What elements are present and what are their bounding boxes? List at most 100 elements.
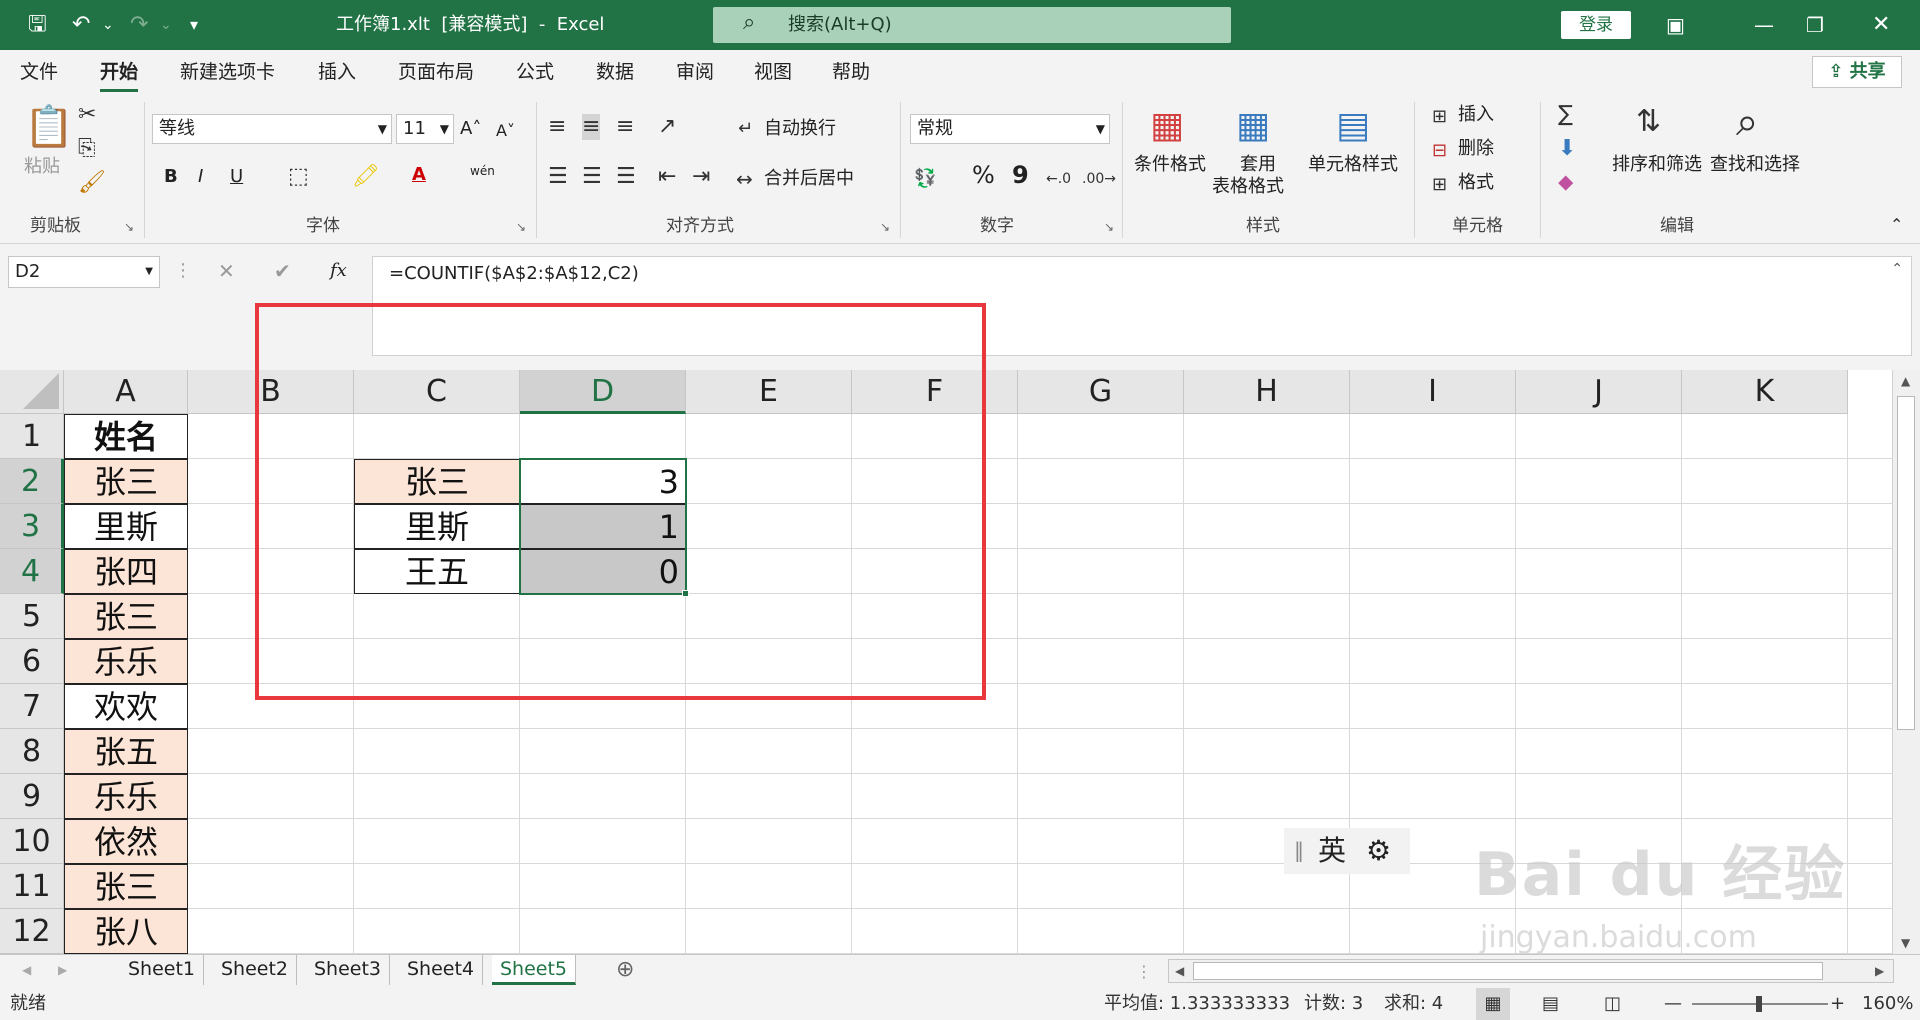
row-header-6[interactable]: 6 bbox=[0, 639, 64, 684]
normal-view-icon[interactable]: ▦ bbox=[1476, 988, 1510, 1020]
zoom-in-icon[interactable]: + bbox=[1830, 988, 1845, 1020]
column-header-i[interactable]: I bbox=[1350, 370, 1516, 414]
next-sheet-icon[interactable]: ▶ bbox=[58, 963, 67, 977]
row-header-2[interactable]: 2 bbox=[0, 459, 64, 504]
sheet-tab-5[interactable]: Sheet5 bbox=[492, 955, 577, 985]
zoom-level[interactable]: 160% bbox=[1862, 988, 1913, 1020]
align-top-icon[interactable]: ≡ bbox=[548, 114, 566, 140]
clipboard-launcher-icon[interactable]: ↘ bbox=[124, 220, 134, 234]
vertical-scrollbar[interactable]: ▲ ▼ bbox=[1892, 370, 1920, 954]
cell-a12[interactable]: 张八 bbox=[64, 909, 188, 954]
insert-cells-button[interactable]: 插入 bbox=[1458, 104, 1494, 126]
cell-a3[interactable]: 里斯 bbox=[64, 504, 188, 549]
status-count[interactable]: 计数: 3 bbox=[1304, 988, 1363, 1020]
comma-button[interactable]: 9 bbox=[1012, 163, 1029, 187]
format-as-table-line1[interactable]: 套用 bbox=[1240, 154, 1276, 176]
column-header-h[interactable]: H bbox=[1184, 370, 1350, 414]
share-button[interactable]: ⇪ 共享 bbox=[1812, 56, 1902, 88]
cell-a4[interactable]: 张四 bbox=[64, 549, 188, 594]
page-layout-view-icon[interactable]: ▤ bbox=[1542, 988, 1559, 1020]
name-box[interactable]: D2 ▼ bbox=[8, 256, 160, 288]
tab-view[interactable]: 视图 bbox=[754, 60, 792, 84]
cell-a7[interactable]: 欢欢 bbox=[64, 684, 188, 729]
cut-icon[interactable]: ✂ bbox=[78, 102, 96, 128]
sort-filter-button[interactable]: 排序和筛选 bbox=[1612, 154, 1702, 176]
clear-icon[interactable]: ⬥ bbox=[1558, 170, 1573, 196]
cell-a2[interactable]: 张三 bbox=[64, 459, 188, 504]
cell-a11[interactable]: 张三 bbox=[64, 864, 188, 909]
conditional-format-icon[interactable]: ▦ bbox=[1150, 106, 1184, 146]
column-header-g[interactable]: G bbox=[1018, 370, 1184, 414]
fill-icon[interactable]: ⬇ bbox=[1558, 136, 1576, 162]
sheet-tab-4[interactable]: Sheet4 bbox=[399, 955, 484, 985]
column-header-k[interactable]: K bbox=[1682, 370, 1848, 414]
format-as-table-line2[interactable]: 表格格式 bbox=[1212, 176, 1284, 198]
redo-icon[interactable]: ↷ bbox=[130, 10, 148, 40]
tab-page-layout[interactable]: 页面布局 bbox=[398, 60, 474, 84]
wrap-text-icon[interactable]: ↵ bbox=[738, 116, 753, 142]
cancel-icon[interactable]: ✕ bbox=[218, 258, 235, 284]
row-header-11[interactable]: 11 bbox=[0, 864, 64, 909]
row-header-4[interactable]: 4 bbox=[0, 549, 64, 594]
font-name-select[interactable]: 等线 ▼ bbox=[152, 114, 392, 144]
cell-a1[interactable]: 姓名 bbox=[64, 414, 188, 459]
gear-icon[interactable]: ⚙ bbox=[1366, 835, 1391, 867]
number-format-select[interactable]: 常规 ▼ bbox=[910, 114, 1110, 144]
row-header-10[interactable]: 10 bbox=[0, 819, 64, 864]
customize-toolbar-icon[interactable]: ▾ bbox=[190, 10, 198, 40]
currency-icon[interactable]: 💱 bbox=[914, 166, 936, 192]
row-header-9[interactable]: 9 bbox=[0, 774, 64, 819]
zoom-slider-thumb[interactable] bbox=[1756, 996, 1762, 1012]
redo-dropdown-icon[interactable]: ⌄ bbox=[160, 10, 172, 40]
search-box[interactable]: ⌕ 搜索(Alt+Q) bbox=[713, 7, 1231, 43]
prev-sheet-icon[interactable]: ◀ bbox=[22, 963, 31, 977]
tab-insert[interactable]: 插入 bbox=[318, 60, 356, 84]
login-button[interactable]: 登录 bbox=[1561, 11, 1631, 39]
fill-color-icon[interactable]: 🖍 bbox=[352, 164, 380, 190]
cell-a6[interactable]: 乐乐 bbox=[64, 639, 188, 684]
align-middle-icon[interactable]: ≡ bbox=[582, 114, 601, 140]
increase-decimal-icon[interactable]: ←.0 bbox=[1046, 166, 1071, 192]
border-icon[interactable]: ⬚ bbox=[288, 164, 309, 190]
column-header-j[interactable]: J bbox=[1516, 370, 1682, 414]
tab-data[interactable]: 数据 bbox=[596, 60, 634, 84]
merge-center-button[interactable]: 合并后居中 bbox=[764, 168, 854, 190]
tab-help[interactable]: 帮助 bbox=[832, 60, 870, 84]
cell-styles-icon[interactable]: ▤ bbox=[1336, 106, 1370, 146]
sheet-tab-2[interactable]: Sheet2 bbox=[213, 955, 298, 985]
paste-label[interactable]: 粘贴 bbox=[24, 156, 60, 178]
font-color-icon[interactable]: A bbox=[412, 164, 426, 186]
undo-icon[interactable]: ↶ bbox=[72, 10, 90, 40]
align-left-icon[interactable]: ☰ bbox=[548, 164, 568, 190]
alignment-launcher-icon[interactable]: ↘ bbox=[880, 220, 890, 234]
underline-button[interactable]: U bbox=[230, 166, 243, 188]
row-header-1[interactable]: 1 bbox=[0, 414, 64, 459]
horizontal-scrollbar[interactable]: ◀ ▶ bbox=[1168, 959, 1894, 983]
row-header-3[interactable]: 3 bbox=[0, 504, 64, 549]
italic-button[interactable]: I bbox=[198, 166, 203, 188]
format-cells-button[interactable]: 格式 bbox=[1458, 172, 1494, 194]
insert-function-button[interactable]: fx bbox=[330, 260, 347, 282]
scroll-down-icon[interactable]: ▼ bbox=[1901, 936, 1910, 950]
align-center-icon[interactable]: ☰ bbox=[582, 164, 602, 190]
cell-a10[interactable]: 依然 bbox=[64, 819, 188, 864]
vertical-scroll-thumb[interactable] bbox=[1897, 396, 1915, 730]
font-launcher-icon[interactable]: ↘ bbox=[516, 220, 526, 234]
cell-a5[interactable]: 张三 bbox=[64, 594, 188, 639]
font-size-select[interactable]: 11 ▼ bbox=[396, 114, 454, 144]
find-select-button[interactable]: 查找和选择 bbox=[1710, 154, 1800, 176]
decrease-font-icon[interactable]: A˅ bbox=[496, 120, 515, 142]
minimize-icon[interactable]: — bbox=[1754, 10, 1774, 40]
row-header-5[interactable]: 5 bbox=[0, 594, 64, 639]
restore-icon[interactable]: ❐ bbox=[1806, 10, 1824, 40]
tab-home[interactable]: 开始 bbox=[100, 60, 139, 92]
insert-cells-icon[interactable]: ⊞ bbox=[1432, 104, 1447, 130]
cell-a9[interactable]: 乐乐 bbox=[64, 774, 188, 819]
increase-indent-icon[interactable]: ⇥ bbox=[692, 164, 710, 190]
sort-filter-icon[interactable]: ⇅ bbox=[1636, 104, 1661, 140]
scroll-up-icon[interactable]: ▲ bbox=[1901, 374, 1910, 388]
delete-cells-button[interactable]: 删除 bbox=[1458, 138, 1494, 160]
page-break-view-icon[interactable]: ◫ bbox=[1604, 988, 1621, 1020]
status-sum[interactable]: 求和: 4 bbox=[1384, 988, 1443, 1020]
percent-button[interactable]: % bbox=[972, 163, 995, 187]
